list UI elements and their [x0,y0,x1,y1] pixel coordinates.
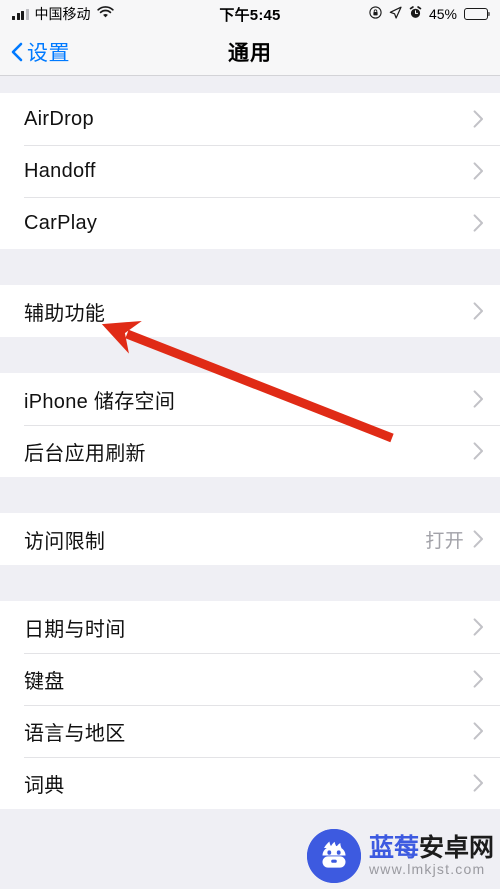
disclosure-chevron-icon [473,110,483,128]
list-item-accessory [473,670,484,688]
watermark-brand: 蓝莓安卓网 [369,836,494,861]
list-item[interactable]: AirDrop [0,93,500,145]
list-item-value: 打开 [425,530,464,552]
watermark-brand-primary: 蓝莓 [368,834,419,862]
list-item[interactable]: CarPlay [0,197,500,249]
list-item[interactable]: 语言与地区 [0,705,500,757]
list-item-accessory [473,618,484,636]
settings-group: AirDrop Handoff CarPlay [0,93,500,249]
settings-group: 访问限制 打开 [0,513,500,565]
alarm-clock-icon [409,5,422,23]
list-item-accessory [473,722,484,740]
blueberry-android-logo-icon [306,829,361,883]
chevron-left-icon [10,42,23,62]
section-gap [0,76,500,93]
watermark-url: www.lmkjst.com [368,861,486,877]
disclosure-chevron-icon [473,162,483,180]
list-item-accessory [473,442,484,460]
watermark: 蓝莓安卓网 www.lmkjst.com [306,829,494,883]
watermark-brand-secondary: 安卓网 [418,834,494,862]
list-item[interactable]: 词典 [0,757,500,809]
list-item-accessory [473,774,484,792]
disclosure-chevron-icon [473,774,483,792]
list-item[interactable]: 辅助功能 [0,285,500,337]
cellular-signal-icon [12,8,29,20]
disclosure-chevron-icon [473,530,483,548]
status-bar-right: 45% [369,5,491,23]
settings-list: AirDrop Handoff CarPlay 辅助功能 iPhone 储存空间 后台应用… [0,76,500,849]
settings-group: 日期与时间键盘语言与地区词典 [0,601,500,809]
page-title: 通用 [228,41,272,65]
back-button[interactable]: 设置 [10,37,70,67]
list-item-label: CarPlay [24,211,98,234]
wifi-icon [96,5,114,23]
battery-icon [464,8,491,20]
list-item-accessory [473,302,484,320]
list-item-label: Handoff [24,159,96,182]
list-item-accessory: 打开 [425,526,484,553]
list-item[interactable]: 后台应用刷新 [0,425,500,477]
list-item-label: 语言与地区 [24,722,126,745]
list-item[interactable]: Handoff [0,145,500,197]
status-bar-left: 中国移动 [12,4,114,24]
disclosure-chevron-icon [473,302,483,320]
settings-group: iPhone 储存空间 后台应用刷新 [0,373,500,477]
battery-percent-label: 45% [428,6,457,22]
disclosure-chevron-icon [473,618,483,636]
settings-group: 辅助功能 [0,285,500,337]
navigation-bar: 设置 通用 [0,28,500,76]
list-item-label: 辅助功能 [24,302,106,325]
list-item-label: 键盘 [24,670,65,693]
list-item-accessory [473,162,484,180]
rotation-lock-icon [369,5,382,23]
iphone-settings-screen: 中国移动 下午5:45 45% 设置 通用 AirDrop Handoff Ca… [0,0,500,889]
back-button-label: 设置 [27,41,70,65]
list-item-accessory [473,110,484,128]
watermark-text: 蓝莓安卓网 www.lmkjst.com [368,836,494,877]
status-bar: 中国移动 下午5:45 45% [0,0,500,28]
list-item[interactable]: 访问限制 打开 [0,513,500,565]
disclosure-chevron-icon [473,390,483,408]
section-gap [0,565,500,601]
disclosure-chevron-icon [473,214,483,232]
list-item-label: 访问限制 [24,530,106,553]
location-arrow-icon [389,6,402,23]
disclosure-chevron-icon [473,670,483,688]
disclosure-chevron-icon [473,722,483,740]
section-gap [0,477,500,513]
list-item-accessory [473,390,484,408]
list-item[interactable]: iPhone 储存空间 [0,373,500,425]
carrier-label: 中国移动 [34,6,91,22]
list-item-label: iPhone 储存空间 [24,390,176,413]
list-item-accessory [473,214,484,232]
section-gap [0,249,500,285]
list-item-label: 词典 [24,774,65,797]
disclosure-chevron-icon [473,442,483,460]
list-item[interactable]: 日期与时间 [0,601,500,653]
list-item[interactable]: 键盘 [0,653,500,705]
list-item-label: 日期与时间 [24,618,126,641]
list-item-label: 后台应用刷新 [24,442,146,465]
list-item-label: AirDrop [24,107,94,130]
section-gap [0,337,500,373]
